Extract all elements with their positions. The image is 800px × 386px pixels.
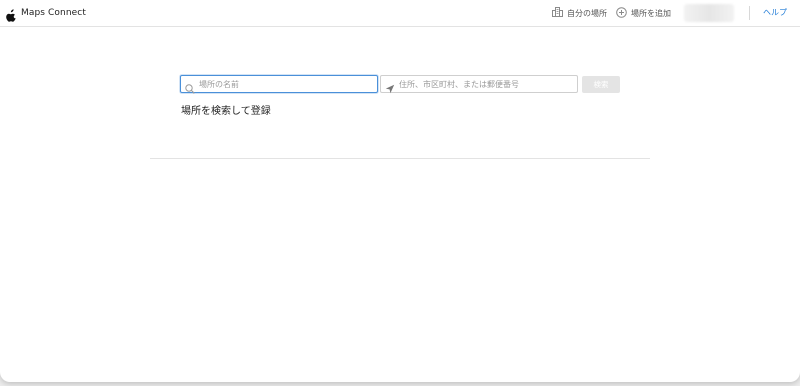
nav-add-place[interactable]: 場所を追加 (616, 6, 671, 20)
brand[interactable]: Maps Connect (6, 6, 86, 22)
plus-circle-icon (616, 6, 627, 20)
brand-name: Maps Connect (21, 8, 86, 18)
app-window: Maps Connect 自分の場所 場所を追加 ヘルプ 場所の名前 住所、市区… (0, 0, 800, 382)
address-field[interactable] (380, 75, 578, 94)
building-icon (552, 7, 563, 19)
content-divider (150, 158, 650, 159)
help-link[interactable]: ヘルプ (763, 7, 787, 18)
place-name-input[interactable] (199, 77, 369, 91)
nav-my-places[interactable]: 自分の場所 (552, 6, 607, 20)
nav-add-place-label: 場所を追加 (631, 8, 671, 18)
account-menu[interactable] (684, 4, 734, 22)
search-icon (185, 79, 195, 94)
header-divider (749, 6, 750, 20)
place-name-field[interactable] (180, 75, 378, 94)
location-arrow-icon (385, 79, 395, 94)
top-bar: Maps Connect 自分の場所 場所を追加 ヘルプ (0, 0, 800, 27)
apple-logo-icon (6, 7, 17, 22)
search-form: 検索 場所を検索して登録 (180, 75, 620, 125)
address-input[interactable] (399, 77, 569, 91)
nav-my-places-label: 自分の場所 (567, 8, 607, 18)
page-title: 場所を検索して登録 (181, 106, 271, 117)
search-button[interactable]: 検索 (582, 76, 620, 93)
